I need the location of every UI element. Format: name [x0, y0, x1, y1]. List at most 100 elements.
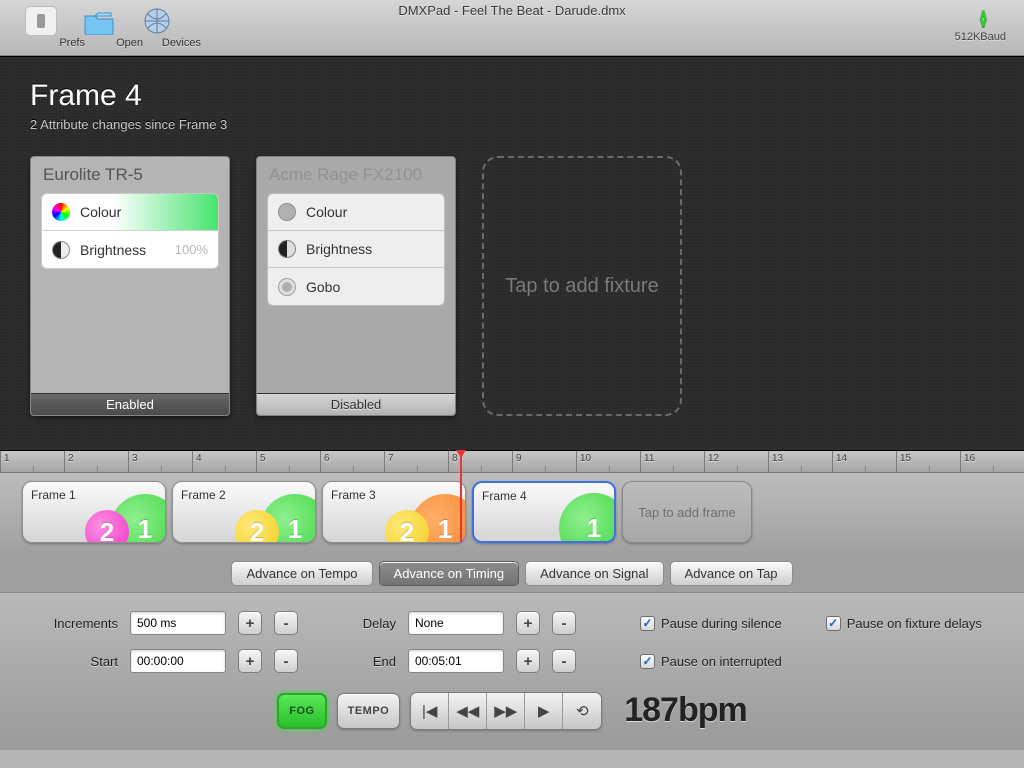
- attr-label: Colour: [80, 204, 121, 220]
- increments-plus-button[interactable]: +: [238, 611, 262, 635]
- badge-1-icon: 1: [559, 493, 616, 543]
- transport-bar: FOG TEMPO |◀ ◀◀ ▶▶ ▶ ⟲ 187bpm: [30, 691, 994, 730]
- frames-strip: Frame 1 1 2 Frame 2 1 2 Frame 3 1 2 Fram…: [0, 473, 1024, 553]
- toolbar: DMXPad - Feel The Beat - Darude.dmx Pref…: [0, 0, 1024, 56]
- prefs-icon: [25, 6, 57, 36]
- attr-row-gobo[interactable]: Gobo: [268, 268, 444, 305]
- end-field[interactable]: 00:05:01: [408, 649, 504, 673]
- gobo-icon: [278, 278, 296, 296]
- frame-label: Frame 2: [181, 488, 226, 502]
- ruler-tick: 13: [772, 453, 783, 464]
- fixture-status[interactable]: Disabled: [257, 393, 455, 415]
- skip-start-button[interactable]: |◀: [411, 693, 449, 729]
- brightness-icon: [278, 240, 296, 258]
- pause-interrupted-checkbox[interactable]: ✓ Pause on interrupted: [640, 654, 782, 669]
- checkbox-icon: ✓: [826, 616, 841, 631]
- ruler-tick: 5: [260, 453, 266, 464]
- ruler[interactable]: 1 2 3 4 5 6 7 8 9 10 11 12 13 14 15 16: [0, 451, 1024, 473]
- signal-icon: ⟨⟨⟩⟩: [955, 8, 1006, 29]
- frame-editor: Frame 4 2 Attribute changes since Frame …: [0, 56, 1024, 451]
- ruler-tick: 11: [644, 453, 654, 464]
- ruler-tick: 9: [516, 453, 522, 464]
- attr-row-brightness[interactable]: Brightness: [268, 231, 444, 268]
- end-plus-button[interactable]: +: [516, 649, 540, 673]
- fixture-status[interactable]: Enabled: [31, 393, 229, 415]
- frame-label: Frame 4: [482, 489, 527, 503]
- ruler-tick: 14: [836, 453, 847, 464]
- ruler-tick: 7: [388, 453, 394, 464]
- attr-label: Brightness: [306, 241, 372, 257]
- delay-minus-button[interactable]: -: [552, 611, 576, 635]
- attr-label: Colour: [306, 204, 347, 220]
- ruler-tick: 4: [196, 453, 202, 464]
- end-label: End: [346, 654, 396, 669]
- brightness-icon: [52, 241, 70, 259]
- add-fixture-button[interactable]: Tap to add fixture: [482, 156, 682, 416]
- window-title: DMXPad - Feel The Beat - Darude.dmx: [0, 3, 1024, 18]
- playhead[interactable]: [460, 451, 462, 542]
- frame-label: Frame 1: [31, 488, 76, 502]
- fixture-card-acme[interactable]: Acme Rage FX2100 Colour Brightness Gobo …: [256, 156, 456, 416]
- delay-label: Delay: [346, 616, 396, 631]
- increments-minus-button[interactable]: -: [274, 611, 298, 635]
- fixture-card-eurolite[interactable]: Eurolite TR-5 Colour Brightness 100% Ena…: [30, 156, 230, 416]
- pause-fixture-checkbox[interactable]: ✓ Pause on fixture delays: [826, 616, 982, 631]
- devices-label: Devices: [113, 37, 201, 49]
- play-button[interactable]: ▶: [525, 693, 563, 729]
- start-minus-button[interactable]: -: [274, 649, 298, 673]
- baud-indicator: ⟨⟨⟩⟩ 512KBaud: [955, 8, 1006, 43]
- tab-signal[interactable]: Advance on Signal: [525, 561, 663, 586]
- colour-wheel-icon: [52, 203, 70, 221]
- ruler-tick: 15: [900, 453, 911, 464]
- loop-button[interactable]: ⟲: [563, 693, 601, 729]
- fixture-name: Eurolite TR-5: [31, 157, 229, 193]
- ruler-tick: 1: [4, 453, 10, 464]
- attr-row-colour[interactable]: Colour: [42, 194, 218, 231]
- tab-tempo[interactable]: Advance on Tempo: [231, 561, 372, 586]
- bpm-readout: 187bpm: [624, 691, 747, 730]
- start-plus-button[interactable]: +: [238, 649, 262, 673]
- delay-plus-button[interactable]: +: [516, 611, 540, 635]
- colour-icon: [278, 203, 296, 221]
- start-label: Start: [30, 654, 118, 669]
- advance-tabs: Advance on Tempo Advance on Timing Advan…: [0, 553, 1024, 592]
- increments-label: Increments: [30, 616, 118, 631]
- fixture-name: Acme Rage FX2100: [257, 157, 455, 193]
- attr-row-colour[interactable]: Colour: [268, 194, 444, 231]
- attr-row-brightness[interactable]: Brightness 100%: [42, 231, 218, 268]
- frame-thumb-1[interactable]: Frame 1 1 2: [22, 481, 166, 543]
- fast-forward-button[interactable]: ▶▶: [487, 693, 525, 729]
- ruler-tick: 10: [580, 453, 591, 464]
- fog-button[interactable]: FOG: [277, 693, 326, 729]
- checkbox-icon: ✓: [640, 654, 655, 669]
- frame-thumb-3[interactable]: Frame 3 1 2: [322, 481, 466, 543]
- ruler-tick: 12: [708, 453, 719, 464]
- attr-value: 100%: [175, 242, 208, 257]
- add-frame-label: Tap to add frame: [638, 505, 736, 520]
- tempo-button[interactable]: TEMPO: [337, 693, 401, 729]
- checkbox-icon: ✓: [640, 616, 655, 631]
- ruler-tick: 6: [324, 453, 330, 464]
- add-fixture-label: Tap to add fixture: [505, 275, 658, 298]
- tab-timing[interactable]: Advance on Timing: [379, 561, 520, 586]
- rewind-button[interactable]: ◀◀: [449, 693, 487, 729]
- frame-subtitle: 2 Attribute changes since Frame 3: [30, 117, 994, 132]
- delay-field[interactable]: None: [408, 611, 504, 635]
- timeline: 1 2 3 4 5 6 7 8 9 10 11 12 13 14 15 16 F…: [0, 451, 1024, 553]
- frame-thumb-2[interactable]: Frame 2 1 2: [172, 481, 316, 543]
- ruler-tick: 3: [132, 453, 138, 464]
- controls-panel: Increments 500 ms + - Delay None + - ✓ P…: [0, 592, 1024, 750]
- pause-silence-checkbox[interactable]: ✓ Pause during silence: [640, 616, 782, 631]
- ruler-tick: 2: [68, 453, 74, 464]
- attr-label: Brightness: [80, 242, 146, 258]
- frame-thumb-4[interactable]: Frame 4 1: [472, 481, 616, 543]
- frame-label: Frame 3: [331, 488, 376, 502]
- increments-field[interactable]: 500 ms: [130, 611, 226, 635]
- add-frame-button[interactable]: Tap to add frame: [622, 481, 752, 543]
- ruler-tick: 16: [964, 453, 975, 464]
- frame-title: Frame 4: [30, 79, 994, 113]
- playback-controls: |◀ ◀◀ ▶▶ ▶ ⟲: [410, 692, 602, 730]
- tab-tap[interactable]: Advance on Tap: [670, 561, 793, 586]
- start-field[interactable]: 00:00:00: [130, 649, 226, 673]
- end-minus-button[interactable]: -: [552, 649, 576, 673]
